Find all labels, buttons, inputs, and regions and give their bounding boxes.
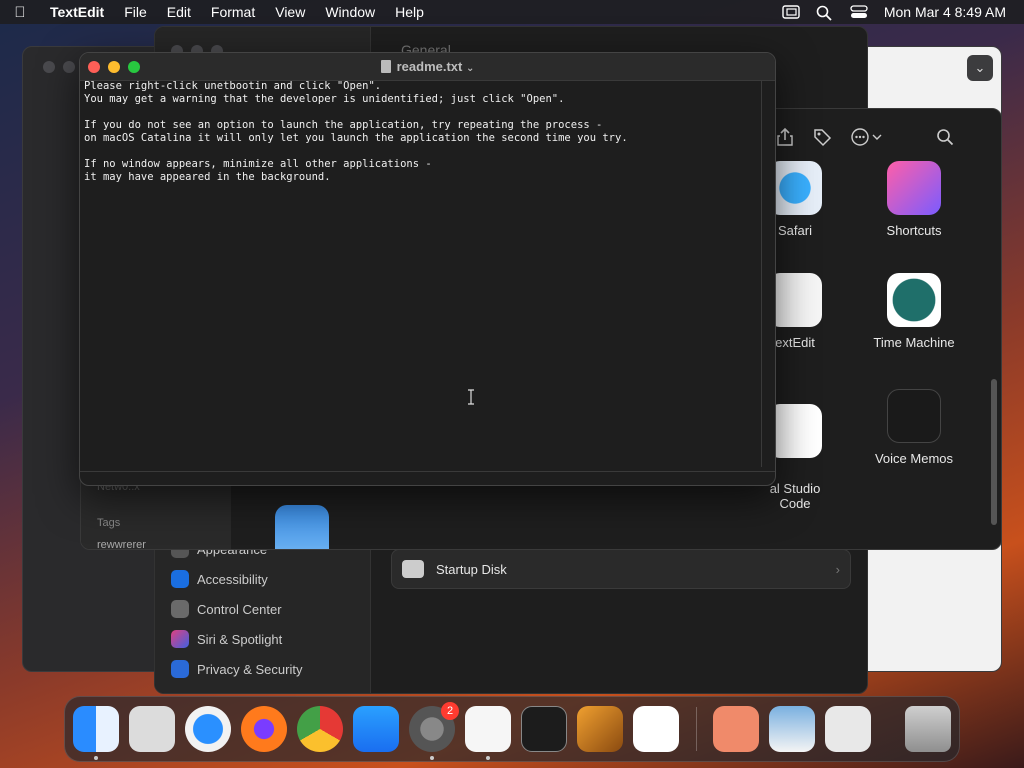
app-label: Safari <box>778 223 812 238</box>
more-actions-icon[interactable] <box>850 127 884 152</box>
sidebar-item-label: Control Center <box>197 601 282 617</box>
vscode-icon[interactable] <box>633 706 679 752</box>
hand-icon <box>171 660 189 678</box>
background-window-traffic-lights <box>43 61 75 73</box>
safari-icon <box>768 161 822 215</box>
weather-icon[interactable] <box>275 505 329 549</box>
control-center-icon[interactable] <box>850 5 868 19</box>
dock-separator <box>696 707 697 751</box>
tag-item[interactable]: rewwrerer <box>97 539 146 549</box>
finder-icon[interactable] <box>73 706 119 752</box>
vscode-icon <box>768 404 822 458</box>
firefox-icon[interactable] <box>241 706 287 752</box>
sidebar-item-control-center[interactable]: Control Center <box>171 597 282 621</box>
running-indicator <box>486 756 490 760</box>
document-title: readme.txt <box>396 59 463 74</box>
finder-toolbar <box>776 127 954 152</box>
sidebar-item-privacy-security[interactable]: Privacy & Security <box>171 657 302 681</box>
share-icon[interactable] <box>776 127 794 152</box>
time-machine-icon <box>887 273 941 327</box>
accessibility-icon <box>171 570 189 588</box>
horizontal-scrollbar[interactable] <box>80 471 775 485</box>
menubar-clock[interactable]: Mon Mar 4 8:49 AM <box>884 4 1006 20</box>
window-icon[interactable] <box>782 5 800 19</box>
vertical-scrollbar[interactable] <box>991 379 997 525</box>
sidebar-item-siri-spotlight[interactable]: Siri & Spotlight <box>171 627 282 651</box>
sidebar-item-label: Siri & Spotlight <box>197 631 283 647</box>
document-text-area[interactable]: Please right-click unetbootin and click … <box>84 80 760 468</box>
sidebar-item-accessibility[interactable]: Accessibility <box>171 567 268 591</box>
close-button[interactable] <box>43 61 55 73</box>
textedit-icon <box>768 273 822 327</box>
startup-disk-label: Startup Disk <box>436 561 507 577</box>
running-indicator <box>430 756 434 760</box>
shortcuts-icon <box>887 161 941 215</box>
menu-bar:  TextEdit File Edit Format View Window … <box>0 0 1024 24</box>
startup-disk-row[interactable]: Startup Disk › <box>391 549 851 589</box>
remote-desktop-icon[interactable] <box>713 706 759 752</box>
app-label: Voice Memos <box>874 451 954 466</box>
app-label: Shortcuts <box>886 223 942 238</box>
textedit-icon[interactable] <box>465 706 511 752</box>
app-time-machine[interactable]: Time Machine <box>864 273 964 350</box>
menu-format[interactable]: Format <box>201 4 265 20</box>
tag-icon[interactable] <box>812 127 832 152</box>
app-label: Time Machine <box>873 335 955 350</box>
notification-badge: 2 <box>441 702 459 720</box>
textedit-titlebar[interactable]: readme.txt ⌄ <box>80 53 775 81</box>
chrome-icon[interactable] <box>297 706 343 752</box>
chevron-down-icon[interactable]: ⌄ <box>967 55 993 81</box>
menu-edit[interactable]: Edit <box>157 4 201 20</box>
vertical-scrollbar[interactable] <box>761 81 775 467</box>
menu-view[interactable]: View <box>265 4 315 20</box>
menu-window[interactable]: Window <box>315 4 385 20</box>
app-menu[interactable]: TextEdit <box>40 4 114 20</box>
sidebar-item-label: Accessibility <box>197 571 268 587</box>
app-label: extEdit <box>775 335 815 350</box>
boot-camp-icon[interactable] <box>825 706 871 752</box>
menu-help[interactable]: Help <box>385 4 434 20</box>
launchpad-icon[interactable] <box>129 706 175 752</box>
preview-icon[interactable] <box>769 706 815 752</box>
voice-memos-icon <box>887 389 941 443</box>
tags-heading: Tags <box>97 517 121 529</box>
minimize-button[interactable] <box>63 61 75 73</box>
window-title[interactable]: readme.txt ⌄ <box>80 59 775 74</box>
search-icon[interactable] <box>936 128 954 151</box>
app-label: al Studio Code <box>769 481 821 511</box>
terminal-icon[interactable] <box>521 706 567 752</box>
menu-file[interactable]: File <box>114 4 157 20</box>
ibeam-cursor-icon <box>467 389 475 405</box>
document-icon <box>380 60 391 73</box>
chevron-down-icon: ⌄ <box>465 63 475 74</box>
siri-icon <box>171 630 189 648</box>
chevron-right-icon: › <box>835 561 840 577</box>
sidebar-item-label: Privacy & Security <box>197 661 303 677</box>
dock: 2 <box>64 696 960 762</box>
running-indicator <box>94 756 98 760</box>
search-icon[interactable] <box>816 5 834 21</box>
app-shortcuts[interactable]: Shortcuts <box>864 161 964 238</box>
apple-menu-icon[interactable]:  <box>0 4 40 21</box>
app-voice-memos[interactable]: Voice Memos <box>864 389 964 466</box>
safari-icon[interactable] <box>185 706 231 752</box>
control-center-icon <box>171 600 189 618</box>
app-store-icon[interactable] <box>353 706 399 752</box>
disk-icon <box>402 560 424 578</box>
trash-icon[interactable] <box>905 706 951 752</box>
garageband-icon[interactable] <box>577 706 623 752</box>
textedit-window: readme.txt ⌄ Please right-click unetboot… <box>79 52 776 486</box>
